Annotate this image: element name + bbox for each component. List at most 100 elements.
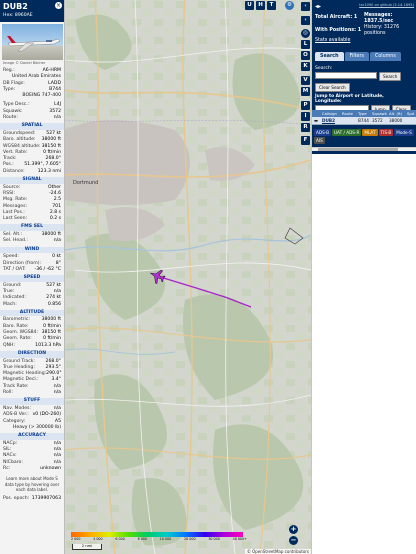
scale-line: 2 nmi [72,544,102,550]
info-row-value: -36 / -62 °C [34,266,61,272]
close-icon[interactable]: × [55,2,62,9]
toolbar-button-l[interactable]: L [301,40,310,49]
toolbar-button-i[interactable]: I [301,112,310,121]
h-button[interactable]: H [256,1,265,10]
section-direction: DIRECTION [0,350,64,358]
total-aircraft: Total Aircraft: 1 [315,15,358,20]
info-row: Sel. Head.: n/a [0,238,64,244]
tab-search[interactable]: Search [315,52,344,61]
info-panel-header: DUB2 Hex: 8960AE × [0,0,64,22]
section-wind: WIND [0,246,64,254]
photo-credit: Image © Daniel Böcher [3,61,46,65]
info-row: TAT / OAT: -36 / -62 °C [0,267,64,273]
info-row-label: Mach: [3,301,17,307]
aircraft-photo[interactable] [2,24,63,60]
badge-tisb[interactable]: TIS-B [378,129,394,136]
badge-uat[interactable]: UAT / ADS-R [331,129,362,136]
route-row: Route: n/a [3,115,61,121]
fms-sel-rows: Sel. Alt.: 38000 ft Sel. Head.: n/a [0,232,64,245]
stats-link[interactable]: Stats available [315,38,350,44]
chevron-left-icon[interactable]: ‹ [301,16,310,25]
info-row: Distance: 123.3 nmi [0,169,64,175]
map-tiles [65,0,311,554]
zoom-in-button[interactable]: + [289,525,298,534]
aircraft-callsign: DUB2 [3,2,28,11]
zoom-out-button[interactable]: − [289,536,298,545]
badge-ais[interactable]: AIS [314,137,325,144]
spatial-rows: Groundspeed: 527 kt Baro. altitude: 38000 f… [0,131,64,175]
stuff-rows: Nav. Modes: n/a ADS-B Ver.: v0 (DO-260) Cate… [0,406,64,425]
pos-epoch-row: Pos. epoch: 1739907063 [3,495,61,501]
version-link[interactable]: tar1090 on github (3.14.1695) [359,3,414,7]
badge-modes[interactable]: Mode-S [394,129,414,136]
col-callsign[interactable]: Callsign [320,110,340,117]
speed-rows: Ground: 527 kt True: n/a Indicated: 274 kt Mac… [0,283,64,308]
toolbar-button-r[interactable]: R [301,123,310,132]
tab-columns[interactable]: Columns [369,52,401,61]
aircraft-hex: Hex: 8960AE [3,13,33,18]
section-signal: SIGNAL [0,177,64,184]
altitude-rows: Barometric: 38000 ft Baro. Rate: 0 ft/min Ge… [0,317,64,348]
messages-rate: Messages: 1837.5/sec [364,13,394,24]
tar1090-app: DUB2 Hex: 8960AE × Image © Daniel Böcher… [0,0,416,554]
toolbar-button-f[interactable]: F [301,136,310,145]
col-speed[interactable]: Spd [405,110,415,117]
badge-mlat[interactable]: MLAT [362,129,378,136]
altitude-legend-labels: 2 000 4 000 6 000 8 000 10 000 20 000 30… [71,537,247,541]
flag-icon: ▬ [314,118,318,123]
target-icon[interactable]: ◎ [301,29,310,38]
toolbar-button-k[interactable]: K [301,62,310,71]
map-city-label: Dortmund [73,180,99,186]
info-row-label: TAT / OAT: [3,266,26,272]
signal-rows: Source: Other RSSI: -24.6 Msg. Rate: 2.5 Messa… [0,185,64,223]
info-row-label: Sel. Head.: [3,238,28,244]
info-row-value: 123.3 nmi [37,168,61,174]
info-row: Roll: n/a [0,390,64,396]
table-row[interactable]: ▬ DUB2 B744 3572 38000 [312,117,416,125]
search-input[interactable] [315,72,377,79]
info-row-label: Category: [3,418,26,424]
section-fms-sel: FMS SEL [0,224,64,232]
col-squawk[interactable]: Squawk [370,110,387,117]
toolbar-button-m[interactable]: M [301,87,310,96]
sidebar-toggle-icon[interactable]: ◂▸ [315,3,321,10]
jump-label: Jump to Airport or Latitude, Longitude: [315,94,384,104]
info-row-value: n/a [53,238,61,244]
section-spatial: SPATIAL [0,123,64,130]
toolbar-button-p[interactable]: P [301,101,310,110]
horizontal-scrollbar[interactable] [312,147,416,151]
info-row-value: 1013.3 hPa [35,342,61,348]
direction-rows: Ground Track: 268.0° True Heading: 293.5° Ma… [0,359,64,397]
info-row: Mach: 0.856 [0,302,64,308]
col-altitude[interactable]: Alt. (ft) [387,110,405,117]
map-canvas[interactable]: Dortmund U H T ⚙ 2 000 4 000 6 000 8 000… [65,0,311,554]
settings-gear-icon[interactable]: ⚙ [285,1,294,10]
search-panel: Search: Search Clear Search Jump to Airp… [315,62,411,114]
learn-more-text: Learn more about Mode S data type by hov… [4,476,60,493]
u-button[interactable]: U [245,1,254,10]
info-row-value: A5 [54,418,61,424]
info-row-label: QNH: [3,342,16,348]
table-header: Callsign Route Type Squawk Alt. (ft) Spd [312,110,416,117]
toolbar-button-o[interactable]: O [301,51,310,60]
info-row: Last Seen: 0.2 s [0,216,64,222]
with-positions: With Positions: 1 [315,28,362,33]
clear-search-button[interactable]: Clear Search [315,83,350,92]
tab-filters[interactable]: Filters [344,52,369,61]
info-row-label: Roll: [3,390,13,396]
accuracy-rows: NACp: n/a SIL: n/a NACv: n/a NICbaro: n/a Rc: unk… [0,441,64,472]
chevron-left-icon[interactable]: ‹ [301,2,310,11]
section-stuff: STUFF [0,398,64,405]
aircraft-table: Callsign Route Type Squawk Alt. (ft) Spd… [312,110,416,125]
info-row: QNH: 1013.3 hPa [0,343,64,349]
t-button[interactable]: T [267,1,276,10]
search-label: Search: [315,66,333,71]
toolbar-button-v[interactable]: V [301,76,310,85]
map-toolbar: ‹ ‹ ◎ L O K V M P I R F [301,0,311,554]
search-button[interactable]: Search [379,72,402,81]
section-altitude: ALTITUDE [0,309,64,317]
col-route[interactable]: Route [340,110,356,117]
badge-adsb[interactable]: ADS-B [314,129,331,136]
wind-rows: Speed: 0 kt Direction (from): 8° TAT / OAT: -… [0,254,64,273]
col-type[interactable]: Type [356,110,370,117]
